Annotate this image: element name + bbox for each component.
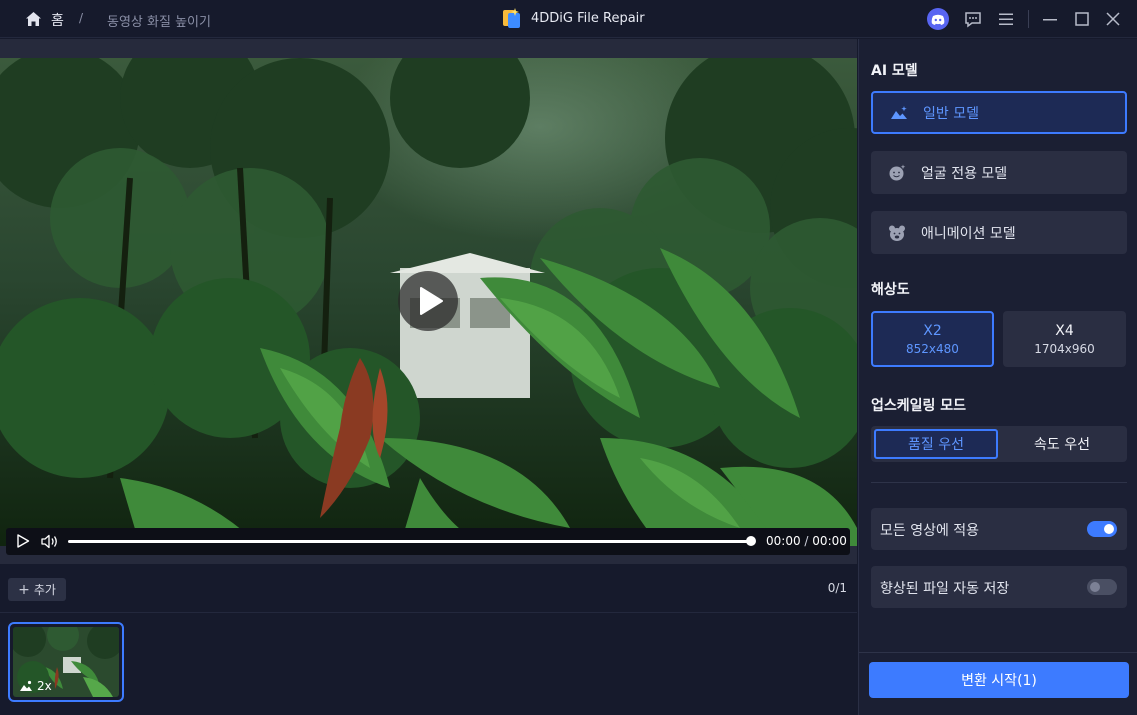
video-preview-area: 00:00 / 00:00 [0, 39, 857, 564]
apply-all-row: 모든 영상에 적용 [871, 508, 1127, 550]
scale-badge: 2x [19, 679, 52, 693]
toggle-knob [1090, 582, 1100, 592]
panel-footer-divider [859, 652, 1137, 653]
app-title: 4DDiG File Repair [531, 11, 645, 26]
resolution-label: X4 [1055, 322, 1074, 339]
settings-panel: AI 모델 일반 모델 얼굴 전용 모델 애니메이션 모델 해상도 X2 852… [858, 39, 1137, 715]
titlebar-divider [1028, 10, 1029, 28]
play-icon [420, 287, 443, 315]
model-option-face[interactable]: 얼굴 전용 모델 [871, 151, 1127, 194]
time-display: 00:00 / 00:00 [766, 534, 847, 548]
bear-icon [888, 224, 906, 242]
breadcrumb-separator: / [79, 11, 84, 25]
thumbnail-image: 2x [13, 627, 119, 697]
minimize-icon[interactable] [1041, 10, 1059, 28]
landscape-icon [890, 104, 908, 122]
resolution-x4[interactable]: X4 1704x960 [1003, 311, 1126, 367]
scale-badge-label: 2x [37, 679, 52, 693]
landscape-icon [20, 680, 32, 691]
toggle-knob [1104, 524, 1114, 534]
volume-icon[interactable] [41, 534, 59, 549]
resolution-x2[interactable]: X2 852x480 [871, 311, 994, 367]
maximize-icon[interactable] [1073, 10, 1091, 28]
auto-save-label: 향상된 파일 자동 저장 [880, 581, 1010, 597]
upscaling-mode-title: 업스케일링 모드 [871, 398, 967, 414]
resolution-label: X2 [923, 322, 942, 339]
ai-model-title: AI 모델 [871, 63, 918, 79]
close-icon[interactable] [1104, 10, 1122, 28]
auto-save-row: 향상된 파일 자동 저장 [871, 566, 1127, 608]
resolution-size: 852x480 [906, 341, 959, 356]
apply-all-toggle[interactable] [1087, 521, 1117, 537]
progress-track[interactable] [68, 540, 751, 543]
title-bar: 홈 / 동영상 화질 높이기 4DDiG File Repair [0, 0, 1137, 38]
model-option-general[interactable]: 일반 모델 [871, 91, 1127, 134]
breadcrumb-current: 동영상 화질 높이기 [107, 15, 211, 30]
resolution-size: 1704x960 [1034, 341, 1095, 356]
face-icon [888, 164, 906, 182]
feedback-icon[interactable] [964, 10, 982, 28]
home-link[interactable]: 홈 [51, 10, 64, 30]
time-current: 00:00 [766, 534, 801, 548]
add-button[interactable]: + 추가 [8, 578, 66, 601]
home-icon[interactable] [25, 11, 42, 27]
panel-divider [871, 482, 1127, 483]
add-button-label: 추가 [33, 583, 56, 597]
model-option-label: 얼굴 전용 모델 [921, 165, 1008, 182]
app-logo-icon [503, 8, 520, 28]
time-separator: / [804, 534, 809, 548]
model-option-label: 일반 모델 [923, 105, 979, 122]
plus-icon: + [18, 581, 30, 598]
file-toolbar: + 추가 0/1 [0, 565, 857, 613]
apply-all-label: 모든 영상에 적용 [880, 523, 980, 539]
play-icon[interactable] [16, 534, 30, 548]
play-overlay-button[interactable] [398, 271, 458, 331]
player-controls: 00:00 / 00:00 [6, 528, 850, 555]
discord-icon[interactable] [927, 8, 949, 30]
start-conversion-button[interactable]: 변환 시작(1) [869, 662, 1129, 698]
time-total: 00:00 [812, 534, 847, 548]
model-option-animation[interactable]: 애니메이션 모델 [871, 211, 1127, 254]
menu-icon[interactable] [997, 10, 1015, 28]
mode-quality-button[interactable]: 품질 우선 [874, 429, 998, 459]
video-thumbnail[interactable]: 2x [8, 622, 124, 702]
model-option-label: 애니메이션 모델 [921, 225, 1016, 242]
upscaling-mode-selector: 품질 우선 속도 우선 [871, 426, 1127, 462]
resolution-title: 해상도 [871, 282, 910, 298]
progress-knob[interactable] [746, 536, 756, 546]
thumbnail-strip: 2x [0, 614, 857, 715]
auto-save-toggle[interactable] [1087, 579, 1117, 595]
file-count: 0/1 [827, 581, 847, 595]
mode-speed-button[interactable]: 속도 우선 [1000, 429, 1124, 459]
